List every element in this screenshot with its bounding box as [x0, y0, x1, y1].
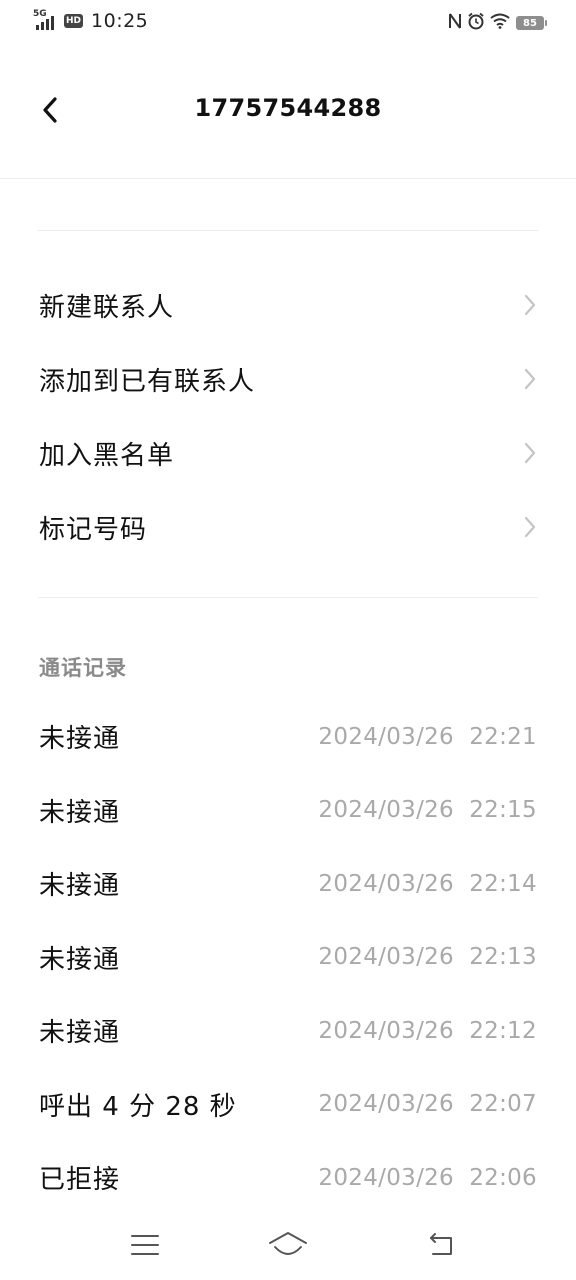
wifi-icon — [490, 13, 510, 33]
add-to-existing-contact-item[interactable]: 添加到已有联系人 — [0, 342, 576, 416]
call-type: 未接通 — [39, 871, 121, 902]
call-time: 2024/03/26 22:06 — [318, 1164, 537, 1191]
battery-icon: 85 — [516, 16, 547, 30]
action-list: 新建联系人 添加到已有联系人 加入黑名单 标记号码 — [0, 268, 576, 564]
call-time: 2024/03/26 22:14 — [318, 870, 537, 897]
chevron-right-icon — [522, 514, 538, 540]
back-icon — [425, 1232, 455, 1262]
action-label: 添加到已有联系人 — [39, 366, 256, 397]
call-log-row: 未接通 2024/03/26 22:13 — [0, 921, 576, 995]
signal-5g-icon: 5G — [32, 9, 58, 31]
add-to-blacklist-item[interactable]: 加入黑名单 — [0, 416, 576, 490]
call-type: 未接通 — [39, 1018, 121, 1049]
divider-middle — [38, 597, 538, 598]
nfc-icon — [448, 12, 462, 34]
call-type: 呼出 4 分 28 秒 — [39, 1091, 237, 1122]
status-bar-left: 5G HD 10:25 — [32, 9, 149, 32]
call-type: 未接通 — [39, 797, 121, 828]
back-nav-button[interactable] — [415, 1222, 465, 1272]
call-log-title: 通话记录 — [39, 656, 127, 680]
call-log-row: 未接通 2024/03/26 22:21 — [0, 700, 576, 774]
status-time: 10:25 — [91, 10, 149, 32]
action-label: 标记号码 — [39, 514, 148, 545]
chevron-right-icon — [522, 366, 538, 392]
chevron-right-icon — [522, 440, 538, 466]
header: 17757544288 — [0, 60, 576, 179]
call-time: 2024/03/26 22:07 — [318, 1091, 537, 1118]
action-label: 新建联系人 — [39, 292, 175, 323]
phone-number-title: 17757544288 — [194, 94, 382, 122]
call-log-row: 未接通 2024/03/26 22:14 — [0, 847, 576, 921]
home-icon — [268, 1231, 308, 1263]
navigation-bar — [0, 1212, 576, 1280]
call-log-row: 已拒接 2024/03/26 22:06 — [0, 1141, 576, 1215]
menu-icon — [130, 1233, 160, 1261]
call-type: 未接通 — [39, 724, 121, 755]
call-type: 已拒接 — [39, 1165, 121, 1196]
action-label: 加入黑名单 — [39, 440, 175, 471]
new-contact-item[interactable]: 新建联系人 — [0, 268, 576, 342]
call-time: 2024/03/26 22:13 — [318, 944, 537, 971]
status-bar-right: 85 — [448, 12, 547, 34]
call-log-row: 呼出 4 分 28 秒 2024/03/26 22:07 — [0, 1068, 576, 1142]
call-type: 未接通 — [39, 944, 121, 975]
call-time: 2024/03/26 22:15 — [318, 797, 537, 824]
divider-top — [38, 230, 538, 231]
hd-icon: HD — [64, 14, 84, 28]
home-button[interactable] — [263, 1222, 313, 1272]
call-log-row: 未接通 2024/03/26 22:12 — [0, 994, 576, 1068]
mark-number-item[interactable]: 标记号码 — [0, 490, 576, 564]
call-log-list: 未接通 2024/03/26 22:21 未接通 2024/03/26 22:1… — [0, 700, 576, 1215]
call-log-row: 未接通 2024/03/26 22:15 — [0, 774, 576, 848]
call-time: 2024/03/26 22:12 — [318, 1017, 537, 1044]
status-bar: 5G HD 10:25 85 — [0, 0, 576, 46]
menu-button[interactable] — [120, 1222, 170, 1272]
alarm-icon — [467, 12, 485, 34]
chevron-right-icon — [522, 292, 538, 318]
call-time: 2024/03/26 22:21 — [318, 723, 537, 750]
